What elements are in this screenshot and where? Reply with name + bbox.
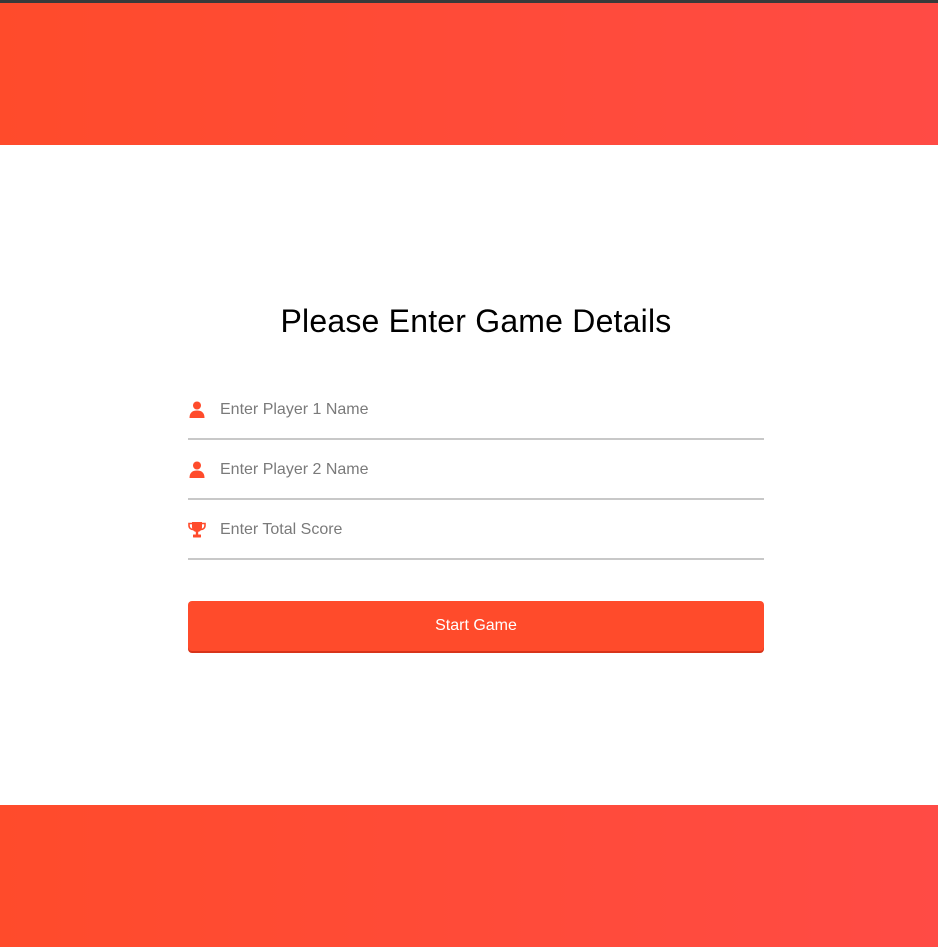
trophy-icon <box>188 521 206 539</box>
total-score-input[interactable] <box>218 513 764 546</box>
header-banner <box>0 3 938 145</box>
game-details-form: Please Enter Game Details Enter Player 1… <box>188 290 764 651</box>
user-icon <box>188 401 206 419</box>
player-2-field <box>188 441 764 500</box>
page-title: Please Enter Game Details <box>280 303 672 339</box>
player-1-name-input[interactable] <box>218 393 764 426</box>
footer-banner <box>0 805 938 947</box>
player-1-field <box>188 381 764 440</box>
total-score-field <box>188 501 764 560</box>
user-icon <box>188 461 206 479</box>
start-game-button[interactable]: Start Game <box>188 601 764 651</box>
player-2-name-input[interactable] <box>218 453 764 486</box>
